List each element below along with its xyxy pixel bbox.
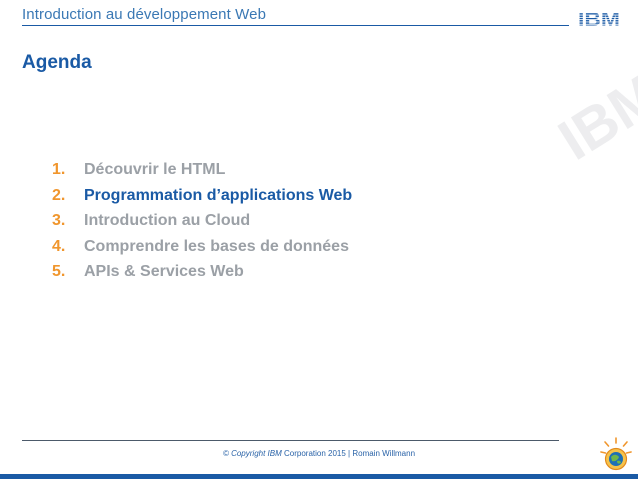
agenda-item-label: APIs & Services Web [84, 263, 244, 280]
ibm-watermark-logo: IBM [548, 61, 638, 172]
agenda-list: 1. Découvrir le HTML 2. Programmation d’ap… [52, 160, 352, 288]
agenda-item-number: 2. [52, 186, 66, 204]
agenda-item-label: Programmation d’applications Web [84, 186, 353, 204]
agenda-item-label: Introduction au Cloud [84, 212, 251, 229]
svg-text:IBM: IBM [548, 61, 638, 172]
agenda-item-active: 2. Programmation d’applications Web [52, 186, 352, 212]
agenda-item-number: 5. [52, 263, 66, 280]
bottom-accent-bar [0, 474, 638, 479]
agenda-item: 3. Introduction au Cloud [52, 211, 352, 237]
smarter-planet-icon [600, 437, 632, 471]
footer-copyright: © Copyright IBM Corporation 2015 | Romai… [0, 449, 638, 458]
agenda-item-number: 1. [52, 161, 66, 178]
header-title: Introduction au développement Web [22, 6, 267, 23]
agenda-item: 4. Comprendre les bases de données [52, 237, 352, 263]
agenda-item-number: 4. [52, 237, 66, 255]
ibm-logo: IBM [578, 10, 620, 28]
agenda-item-label: Découvrir le HTML [84, 161, 226, 178]
copyright-suffix: Corporation 2015 | Romain Willmann [284, 449, 416, 458]
copyright-prefix: © Copyright IBM [222, 449, 282, 458]
agenda-item-label: Comprendre les bases de données [84, 237, 349, 255]
footer-divider [22, 440, 559, 441]
page-title: Agenda [22, 52, 92, 73]
agenda-item-number: 3. [52, 212, 66, 229]
agenda-item: 5. APIs & Services Web [52, 262, 352, 288]
header-divider [22, 25, 569, 26]
agenda-item: 1. Découvrir le HTML [52, 160, 352, 186]
slide: Introduction au développement Web IBM Ag… [0, 0, 638, 479]
